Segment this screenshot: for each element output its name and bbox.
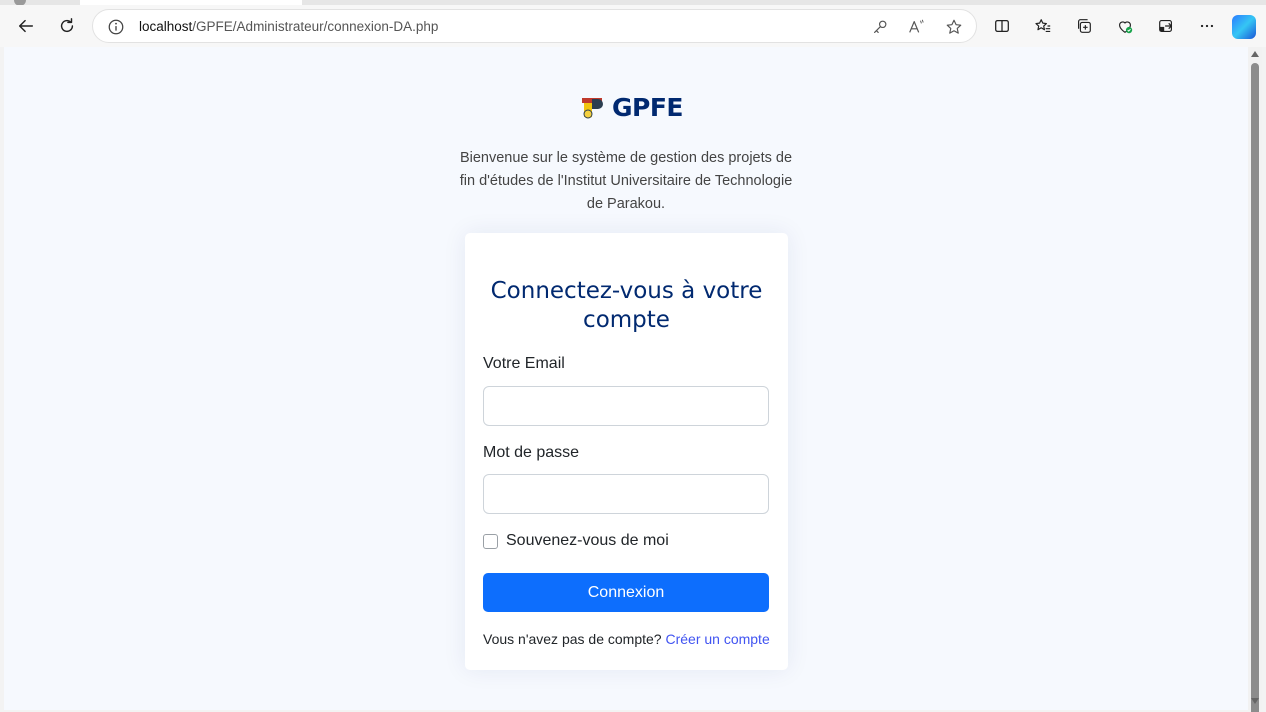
gpfe-logo-icon: [582, 98, 603, 119]
url-path: /GPFE/Administrateur/connexion-DA.php: [192, 19, 439, 34]
info-icon[interactable]: [107, 18, 125, 36]
refresh-icon[interactable]: [52, 11, 82, 41]
remember-me[interactable]: Souvenez-vous de moi: [483, 532, 669, 550]
email-field[interactable]: [483, 386, 769, 426]
copilot-icon[interactable]: [1232, 15, 1256, 39]
brand-name: GPFE: [612, 92, 684, 122]
password-label: Mot de passe: [483, 444, 580, 461]
page-scrollbar[interactable]: [1248, 47, 1262, 712]
no-account-text: Vous n'avez pas de compte?: [483, 631, 662, 647]
back-icon[interactable]: [11, 11, 41, 41]
browser-essentials-icon[interactable]: [1110, 11, 1140, 41]
address-bar[interactable]: localhost/GPFE/Administrateur/connexion-…: [92, 9, 977, 43]
page-viewport: GPFE Bienvenue sur le système de gestion…: [4, 47, 1248, 710]
email-label: Votre Email: [483, 355, 565, 372]
create-account-link[interactable]: Créer un compte: [665, 631, 769, 647]
collections-icon[interactable]: [1069, 11, 1099, 41]
scroll-down-arrow-icon[interactable]: [1251, 698, 1259, 704]
scrollbar-thumb[interactable]: [1251, 63, 1259, 712]
favorites-icon[interactable]: [1028, 11, 1058, 41]
browser-toolbar: localhost/GPFE/Administrateur/connexion-…: [0, 5, 1266, 47]
intro-text: Bienvenue sur le système de gestion des …: [459, 150, 793, 212]
read-aloud-icon[interactable]: [907, 18, 925, 36]
password-field[interactable]: [483, 474, 769, 514]
more-icon[interactable]: [1192, 11, 1222, 41]
url-text[interactable]: localhost/GPFE/Administrateur/connexion-…: [139, 19, 438, 34]
split-screen-icon[interactable]: [987, 11, 1017, 41]
brand[interactable]: GPFE: [578, 92, 684, 122]
login-button[interactable]: Connexion: [483, 573, 769, 612]
url-host: localhost: [139, 19, 193, 34]
login-card: Connectez-vous à votre compte Votre Emai…: [465, 233, 788, 670]
remember-checkbox[interactable]: [483, 533, 498, 549]
signup-prompt: Vous n'avez pas de compte? Créer un comp…: [483, 631, 770, 647]
remember-label[interactable]: Souvenez-vous de moi: [506, 532, 669, 550]
login-title: Connectez-vous à votre compte: [490, 278, 763, 333]
scroll-up-arrow-icon[interactable]: [1251, 51, 1259, 57]
extensions-icon[interactable]: [1151, 11, 1181, 41]
key-icon[interactable]: [871, 18, 889, 36]
favorite-star-icon[interactable]: [945, 18, 963, 36]
